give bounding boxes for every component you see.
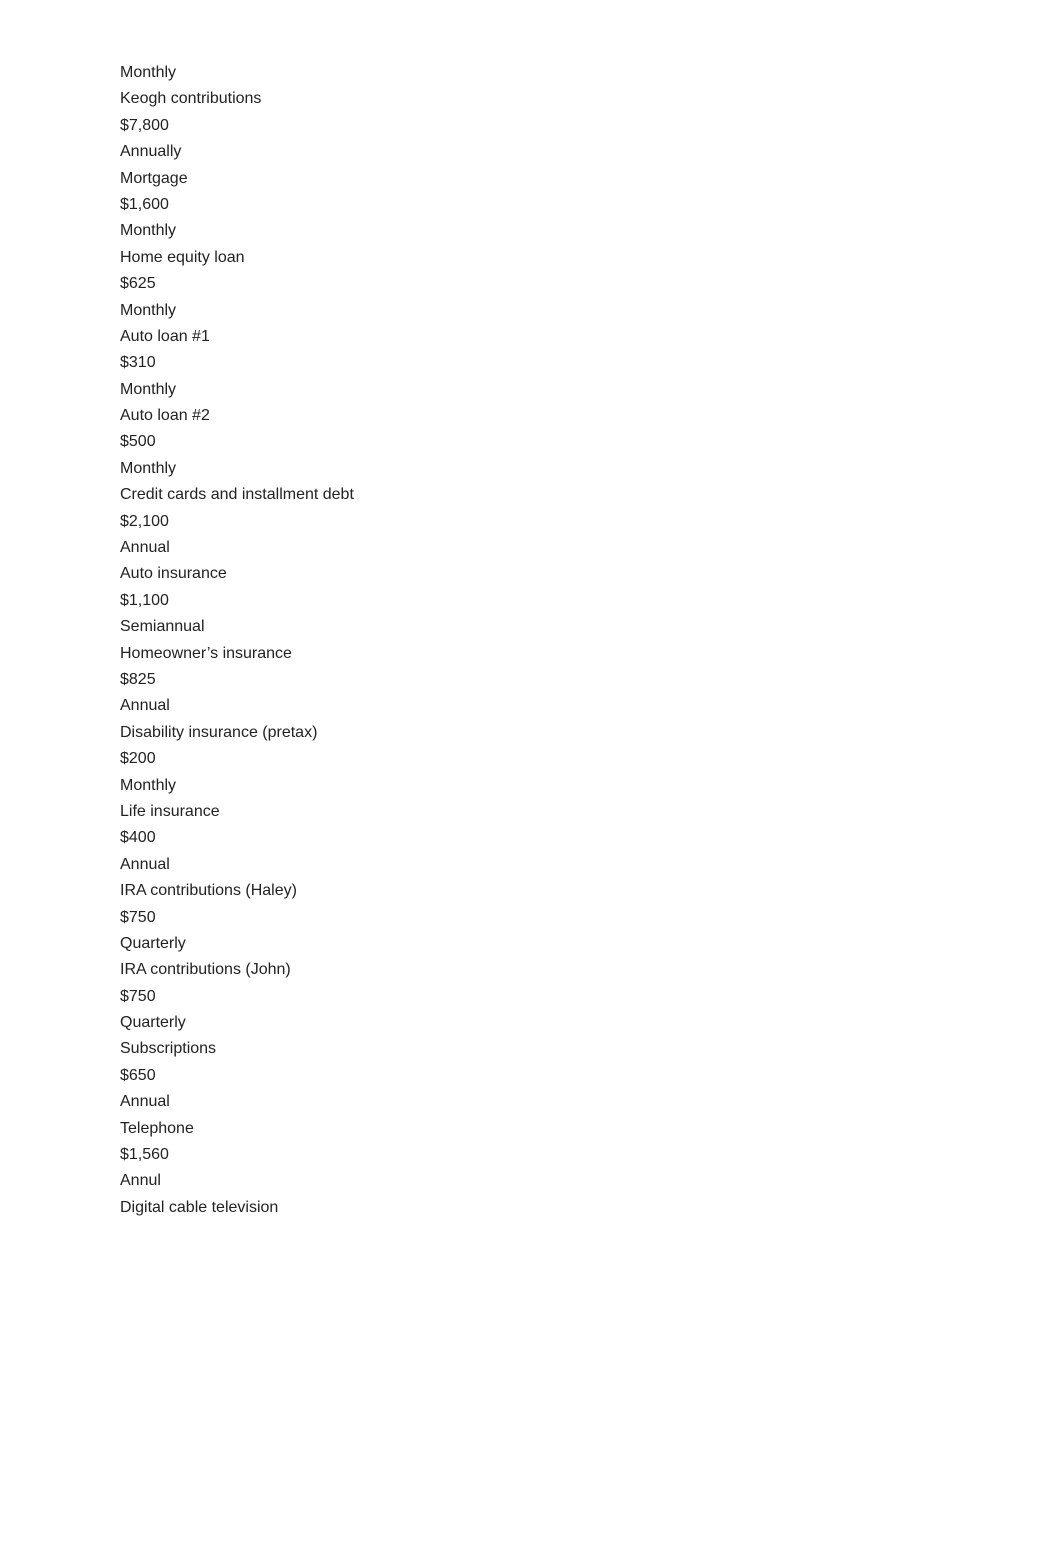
- list-item: Auto insurance: [120, 561, 942, 587]
- list-item: $310: [120, 350, 942, 376]
- list-item: $400: [120, 825, 942, 851]
- list-item: Life insurance: [120, 799, 942, 825]
- list-item: Credit cards and installment debt: [120, 482, 942, 508]
- list-item: Monthly: [120, 218, 942, 244]
- list-item: Monthly: [120, 456, 942, 482]
- list-item: Home equity loan: [120, 245, 942, 271]
- list-item: $1,100: [120, 588, 942, 614]
- list-item: Annual: [120, 852, 942, 878]
- list-item: $825: [120, 667, 942, 693]
- list-item: Digital cable television: [120, 1195, 942, 1221]
- list-item: Quarterly: [120, 1010, 942, 1036]
- list-item: Annul: [120, 1168, 942, 1194]
- list-item: Mortgage: [120, 166, 942, 192]
- list-item: Annual: [120, 535, 942, 561]
- list-item: Monthly: [120, 298, 942, 324]
- list-item: Homeowner’s insurance: [120, 641, 942, 667]
- list-item: Semiannual: [120, 614, 942, 640]
- list-item: $750: [120, 905, 942, 931]
- list-item: $750: [120, 984, 942, 1010]
- list-item: Subscriptions: [120, 1036, 942, 1062]
- main-content: MonthlyKeogh contributions$7,800Annually…: [0, 0, 1062, 1281]
- list-item: Auto loan #2: [120, 403, 942, 429]
- list-item: $500: [120, 429, 942, 455]
- list-item: $625: [120, 271, 942, 297]
- list-item: $650: [120, 1063, 942, 1089]
- list-item: Monthly: [120, 60, 942, 86]
- list-item: $7,800: [120, 113, 942, 139]
- list-item: $1,600: [120, 192, 942, 218]
- list-item: Annual: [120, 693, 942, 719]
- list-item: Annually: [120, 139, 942, 165]
- list-item: Monthly: [120, 773, 942, 799]
- list-item: $2,100: [120, 509, 942, 535]
- list-item: $1,560: [120, 1142, 942, 1168]
- list-item: IRA contributions (John): [120, 957, 942, 983]
- list-item: Quarterly: [120, 931, 942, 957]
- list-item: Annual: [120, 1089, 942, 1115]
- list-item: Disability insurance (pretax): [120, 720, 942, 746]
- list-item: Keogh contributions: [120, 86, 942, 112]
- list-item: $200: [120, 746, 942, 772]
- list-item: IRA contributions (Haley): [120, 878, 942, 904]
- list-item: Telephone: [120, 1116, 942, 1142]
- list-item: Monthly: [120, 377, 942, 403]
- list-item: Auto loan #1: [120, 324, 942, 350]
